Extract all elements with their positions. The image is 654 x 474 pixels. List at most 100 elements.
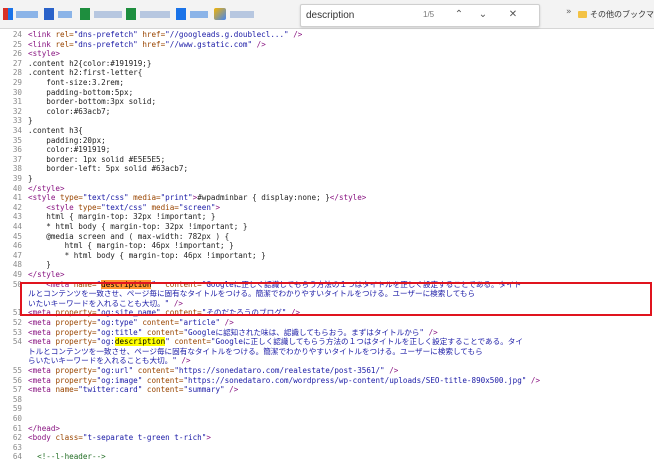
code-token: content= (146, 385, 184, 395)
line-number: 60 (12, 414, 22, 423)
line-number: 33 (12, 116, 22, 126)
source-line: 43 html { margin-top: 32px !important; } (0, 212, 652, 222)
find-bar: 1/5 ⌃ ⌄ ✕ (300, 4, 540, 27)
source-line: 40 </style> (0, 184, 652, 194)
code-token: content= (142, 318, 179, 327)
code-token: > (206, 433, 211, 443)
code-token: <meta (28, 375, 56, 385)
code-token: media= (151, 202, 179, 212)
line-number: 34 (12, 126, 22, 135)
line-number: 62 (12, 433, 22, 443)
bookmark-label-6[interactable] (230, 11, 254, 18)
chevron-up-icon[interactable]: ⌃ (451, 7, 467, 23)
line-number: 44 (12, 222, 22, 231)
code-token: "https://sonedataro.com/wordpress/wp-con… (183, 375, 527, 385)
bookmark-favicon-1[interactable] (3, 8, 13, 20)
source-line: 26 <style> (0, 49, 652, 59)
bookmarks-overflow-button[interactable]: » (566, 7, 572, 17)
code-token: content= (174, 337, 211, 347)
bookmark-favicon-2[interactable] (44, 8, 54, 20)
code-token: "//googleads.g.doublecl..." (165, 30, 289, 39)
code-token: "t-separate t-green t-rich" (82, 433, 207, 443)
source-line: 46 html { margin-top: 46px !important; } (0, 241, 652, 251)
code-token: <body (28, 433, 56, 443)
code-token: /> (424, 327, 438, 337)
code-token: "Googleに認知された味は、認識してもらおう。まずはタイトルから" (183, 327, 425, 337)
code-token: rel= (55, 30, 74, 39)
code-token: "text/css" (82, 193, 134, 203)
line-number: 27 (12, 58, 22, 68)
line-number: 31 (12, 97, 22, 107)
code-token: border-bottom:3px solid; (28, 97, 157, 107)
browser-toolbar: 1/5 ⌃ ⌄ ✕ » その他のブックマ (0, 0, 654, 29)
bookmark-label-2[interactable] (58, 11, 72, 18)
line-number: 38 (12, 164, 22, 174)
code-token: @media screen and ( max-width: 782px ) { (28, 231, 230, 241)
code-token: property= (55, 366, 97, 375)
line-number: 45 (12, 231, 22, 241)
highlight-box (20, 282, 652, 316)
bookmark-label-4[interactable] (140, 11, 170, 18)
code-token: "print" (160, 193, 193, 203)
line-number: 50 (12, 279, 22, 289)
code-token: <meta (28, 337, 56, 347)
code-token: #wpadminbar { display:none; } (197, 193, 330, 203)
code-token: /> (526, 375, 541, 385)
code-token: color:#191919; (28, 145, 111, 155)
line-number: 39 (12, 174, 22, 183)
code-token: href= (142, 30, 166, 39)
code-token: border: 1px solid #E5E5E5; (28, 154, 166, 164)
code-token: class= (55, 433, 83, 443)
code-token: .content h3{ (28, 126, 83, 135)
line-number: 53 (12, 327, 22, 337)
code-token: "Googleに正しく認識してもらう方法の１つはタイトルを正しく設定することであ… (210, 337, 523, 347)
line-number: 59 (12, 404, 22, 414)
code-token: href= (142, 39, 166, 49)
bookmark-label-3[interactable] (94, 11, 122, 18)
line-number: 37 (12, 154, 22, 164)
line-number: 47 (12, 250, 22, 260)
code-token: "og:title" (96, 327, 147, 337)
source-line: 54 <meta property="og:description" conten… (0, 337, 652, 347)
code-token: <style (28, 193, 61, 203)
code-token: " (165, 337, 175, 347)
bookmark-label-5[interactable] (190, 11, 208, 18)
code-token: html { margin-top: 32px !important; } (28, 212, 216, 222)
code-token: <meta (28, 366, 56, 375)
code-token: } (28, 260, 51, 270)
bookmark-label-1[interactable] (16, 11, 38, 18)
line-number: 24 (12, 30, 22, 39)
source-line: 63 (0, 443, 652, 453)
code-token: /> (224, 385, 239, 395)
code-token: <!--l-header--> (28, 452, 106, 462)
line-number: 43 (12, 212, 22, 222)
code-token: "article" (178, 318, 221, 327)
code-token: content= (137, 366, 175, 375)
code-token: "dns-prefetch" (73, 30, 143, 39)
code-token: <link (28, 39, 56, 49)
source-line: 52 <meta property="og:type" content="arti… (0, 318, 652, 328)
code-token: トルとコンテンツを一致させ、ページ毎に固有なタイトルをつける。簡潔でわかりやすい… (28, 346, 483, 356)
code-token: </head> (28, 423, 61, 433)
close-icon[interactable]: ✕ (505, 7, 521, 23)
code-token: "dns-prefetch" (73, 39, 143, 49)
code-token: "og:url" (96, 366, 138, 375)
source-line: 31 border-bottom:3px solid; (0, 97, 652, 107)
code-token: "og:type" (96, 318, 143, 327)
code-token: .content h2:first-letter{ (28, 68, 143, 78)
code-token: /> (176, 356, 191, 366)
source-line: 27 .content h2{color:#191919;} (0, 59, 652, 69)
source-line: 29 font-size:3.2rem; (0, 78, 652, 88)
other-bookmarks-button[interactable]: その他のブックマ (578, 9, 654, 20)
bookmark-favicon-5[interactable] (176, 8, 186, 20)
chevron-down-icon[interactable]: ⌄ (475, 7, 491, 23)
bookmark-favicon-4[interactable] (126, 8, 136, 20)
code-token: /> (252, 39, 266, 49)
source-line: 34 .content h3{ (0, 126, 652, 136)
bookmark-favicon-6[interactable] (214, 8, 226, 20)
bookmark-favicon-3[interactable] (80, 8, 90, 20)
source-line: 57 <meta name="twitter:card" content="sum… (0, 385, 652, 395)
source-line: 60 (0, 414, 652, 424)
code-token: * html body { margin-top: 46px !importan… (28, 250, 266, 260)
line-number: 57 (12, 385, 22, 395)
